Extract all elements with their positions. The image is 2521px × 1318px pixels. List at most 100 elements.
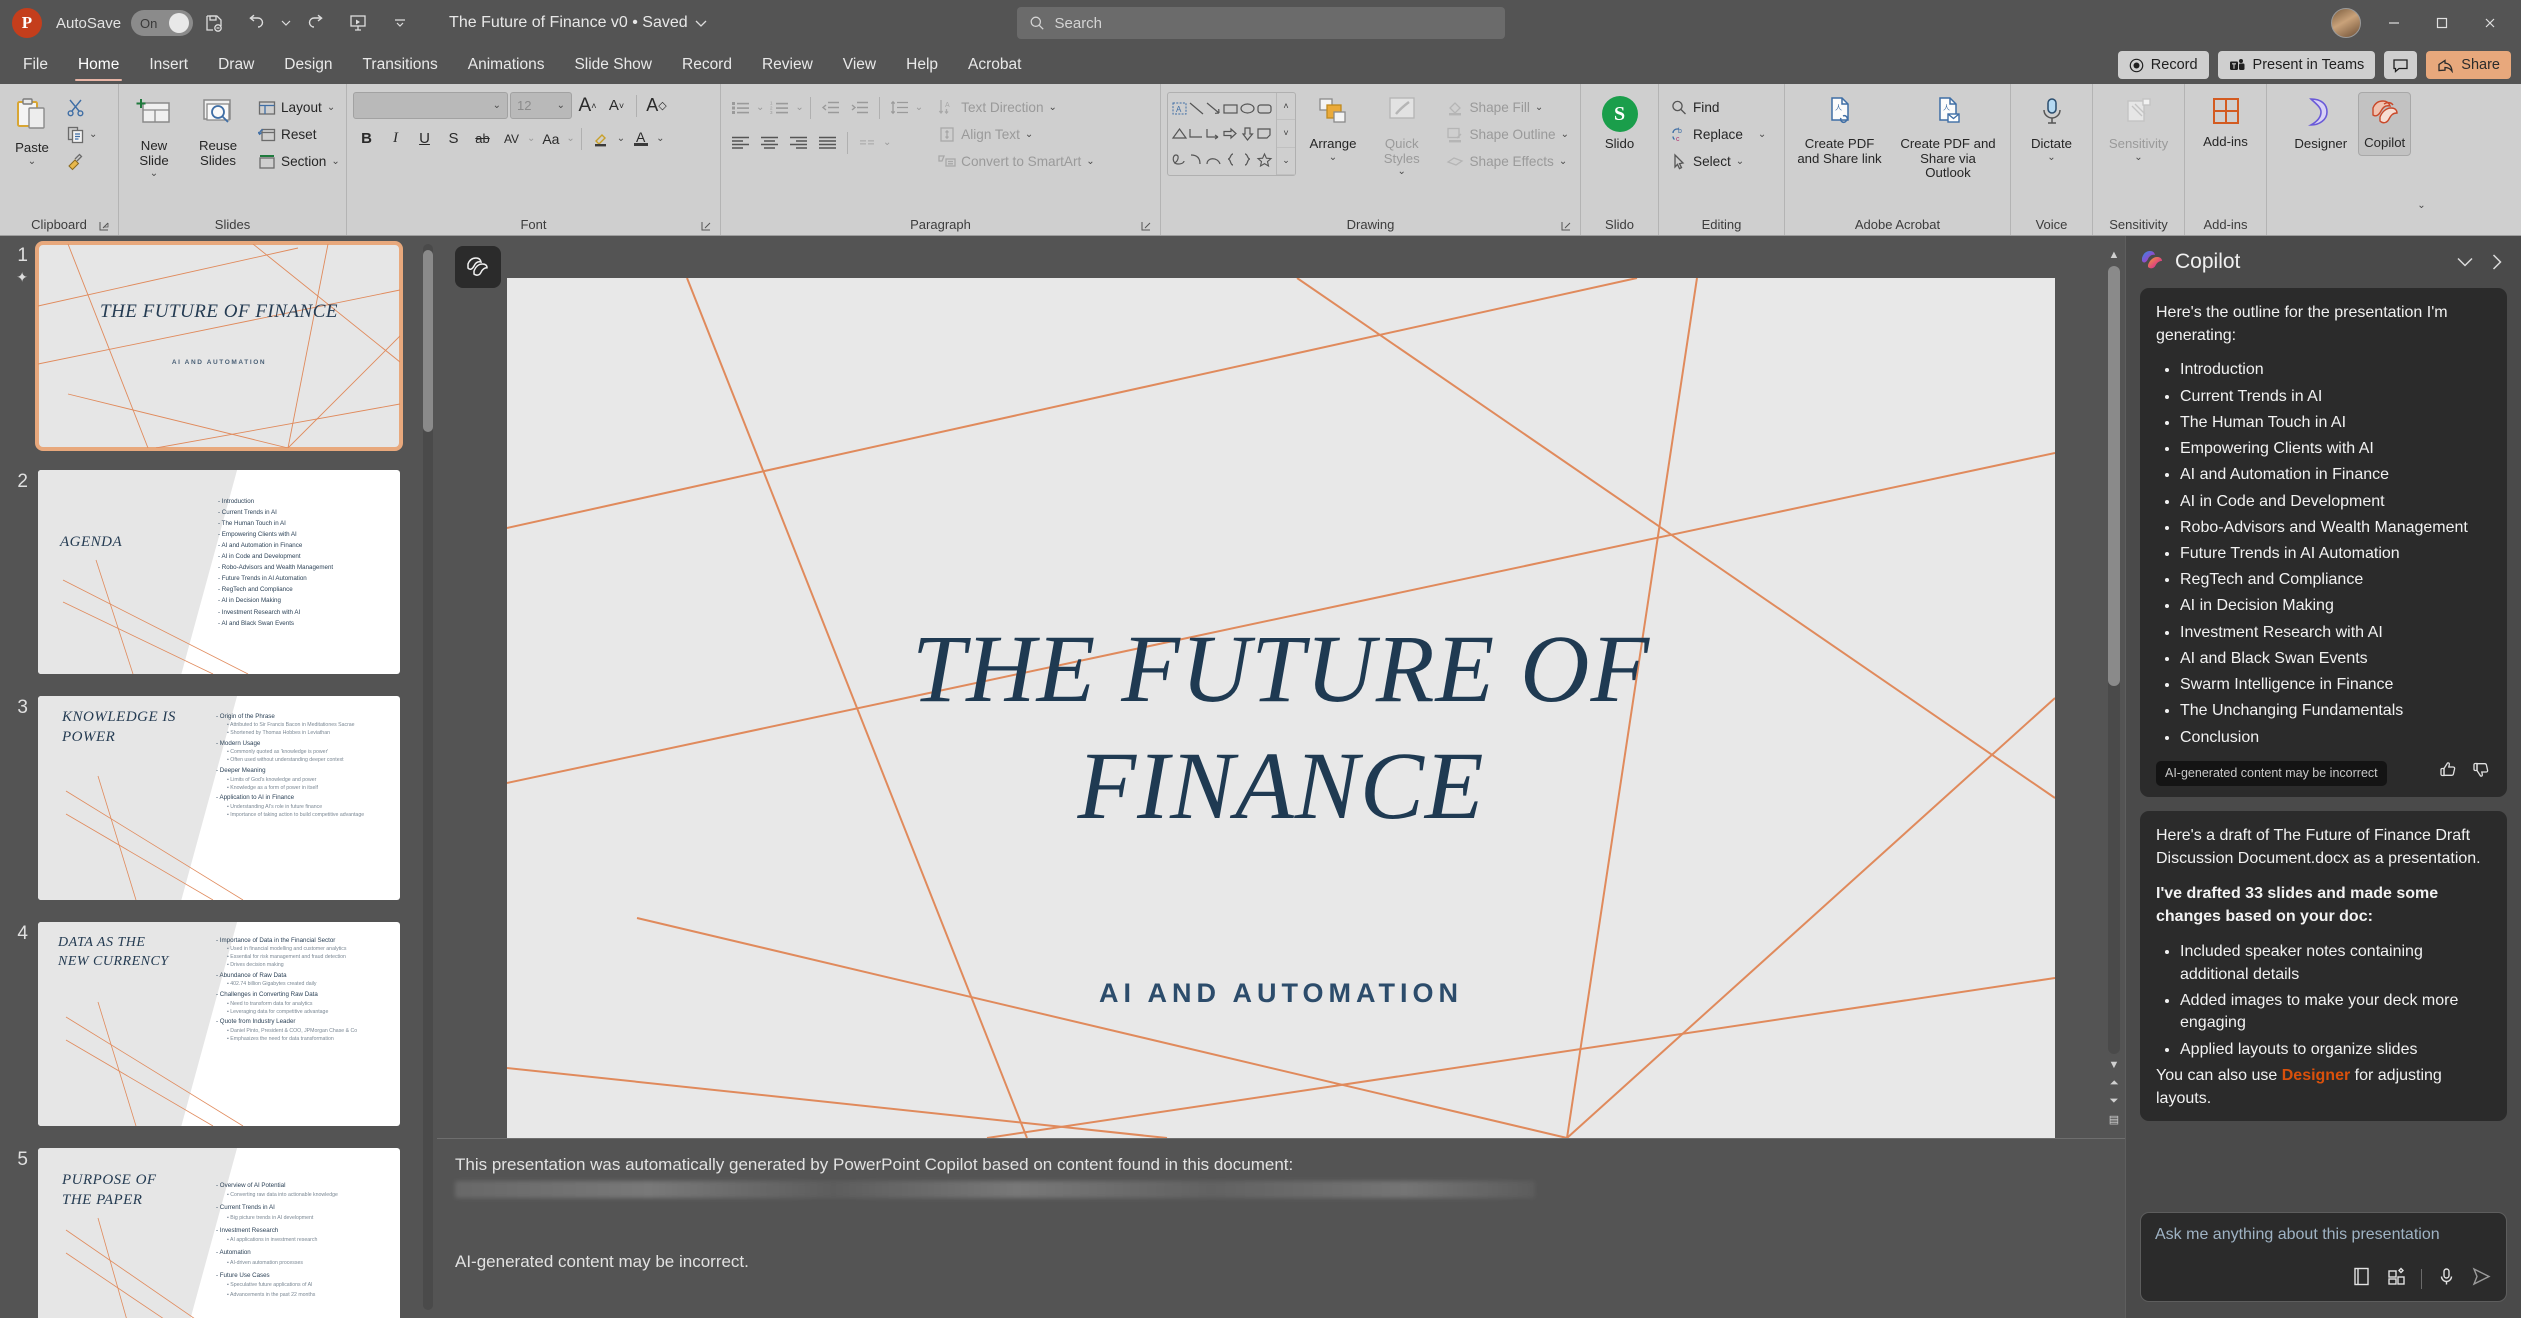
slide-scroll-track[interactable] — [2108, 266, 2120, 1054]
text-direction-chevron-icon[interactable]: ⌄ — [1049, 102, 1057, 113]
thumbnail-row[interactable]: 3 KNOWLEDGE IS POWER - Origin of the Phr… — [0, 696, 437, 900]
add-ins-button[interactable]: Add-ins — [2198, 92, 2253, 154]
drawing-dialog-launcher[interactable] — [1560, 220, 1572, 232]
designer-link[interactable]: Designer — [2282, 1067, 2350, 1084]
comments-button[interactable] — [2384, 51, 2418, 79]
prompt-gallery-icon[interactable] — [2386, 1266, 2407, 1291]
previous-slide-button[interactable]: ⏶ — [2110, 1074, 2119, 1092]
send-icon[interactable] — [2471, 1266, 2492, 1291]
strikethrough-button[interactable]: ab — [469, 125, 496, 152]
slide-sorter-button[interactable]: ▤ — [2109, 1110, 2119, 1128]
tab-slide-show[interactable]: Slide Show — [559, 46, 667, 84]
format-painter-button[interactable] — [62, 148, 89, 175]
justify-button[interactable] — [814, 129, 841, 156]
decrease-font-size-button[interactable]: A ˅ — [603, 92, 630, 119]
shape-right-arrow-icon[interactable] — [1222, 121, 1239, 146]
shape-line-icon[interactable] — [1188, 96, 1205, 121]
font-size-chevron-icon[interactable]: ⌄ — [557, 100, 565, 111]
highlight-chevron-icon[interactable]: ⌄ — [617, 133, 625, 144]
numbering-button[interactable]: 123 — [766, 94, 793, 121]
create-pdf-share-outlook-button[interactable]: 人 Create PDF and Share via Outlook — [1892, 92, 2004, 185]
align-center-button[interactable] — [756, 129, 783, 156]
italic-button[interactable]: I — [382, 125, 409, 152]
tab-animations[interactable]: Animations — [453, 46, 560, 84]
font-size-input[interactable]: 12 ⌄ — [510, 92, 572, 119]
thumbnail-row[interactable]: 2 AGENDA - Introduction - Current Trends… — [0, 470, 437, 674]
align-text-chevron-icon[interactable]: ⌄ — [1025, 129, 1033, 140]
text-direction-button[interactable]: A Text Direction ⌄ — [933, 94, 1100, 121]
shape-outline-chevron-icon[interactable]: ⌄ — [1561, 129, 1569, 140]
copilot-prompt-input[interactable]: Ask me anything about this presentation — [2140, 1212, 2507, 1302]
tab-acrobat[interactable]: Acrobat — [953, 46, 1036, 84]
thumbs-up-icon[interactable] — [2439, 760, 2458, 787]
underline-button[interactable]: U — [411, 125, 438, 152]
character-spacing-chevron-icon[interactable]: ⌄ — [527, 133, 535, 144]
present-in-teams-button[interactable]: Present in Teams — [2217, 51, 2376, 79]
thumbnail-slide-1[interactable]: THE FUTURE OF FINANCE AI AND AUTOMATION — [35, 241, 403, 451]
copilot-close-panel-icon[interactable] — [2483, 248, 2511, 276]
paragraph-dialog-launcher[interactable] — [1140, 220, 1152, 232]
line-spacing-button[interactable] — [886, 94, 913, 121]
shape-scribble-icon[interactable] — [1171, 147, 1188, 172]
shape-arc-icon[interactable] — [1205, 147, 1222, 172]
layout-chevron-icon[interactable]: ⌄ — [327, 102, 335, 113]
sensitivity-button[interactable]: Sensitivity ⌄ — [2104, 92, 2173, 167]
columns-chevron-icon[interactable]: ⌄ — [883, 137, 891, 148]
create-pdf-and-share-link-button[interactable]: 人 Create PDF and Share link — [1791, 92, 1888, 170]
thumbnail-scrollbar[interactable] — [423, 244, 433, 1310]
shape-outline-button[interactable]: Shape Outline ⌄ — [1441, 121, 1574, 148]
user-avatar[interactable] — [2331, 8, 2361, 38]
thumbnail-row[interactable]: 4 DATA AS THE NEW CURRENCY - Importance … — [0, 922, 437, 1126]
minimize-button[interactable] — [2371, 0, 2417, 46]
undo-dropdown-icon[interactable] — [278, 3, 294, 43]
slide-scroll-handle[interactable] — [2108, 266, 2120, 686]
shapes-scroll-down[interactable]: ˅ — [1277, 120, 1295, 148]
microphone-icon[interactable] — [2436, 1266, 2457, 1291]
copilot-slide-button[interactable] — [455, 246, 501, 288]
arrange-button[interactable]: Arrange ⌄ — [1304, 92, 1362, 167]
scroll-down-arrow-icon[interactable]: ▼ — [2109, 1056, 2120, 1074]
thumbnail-scroll-handle[interactable] — [423, 250, 433, 432]
replace-button[interactable]: bc Replace ⌄ — [1665, 121, 1771, 148]
reset-button[interactable]: Reset — [253, 121, 345, 148]
redo-icon[interactable] — [296, 3, 336, 43]
thumbnail-slide-5[interactable]: PURPOSE OF THE PAPER - Overview of AI Po… — [38, 1148, 400, 1318]
shape-right-brace-icon[interactable] — [1239, 147, 1256, 172]
bold-button[interactable]: B — [353, 125, 380, 152]
shape-arrow-icon[interactable] — [1205, 96, 1222, 121]
tab-help[interactable]: Help — [891, 46, 953, 84]
convert-to-smartart-button[interactable]: Convert to SmartArt ⌄ — [933, 148, 1100, 175]
replace-chevron-icon[interactable]: ⌄ — [1758, 129, 1766, 140]
font-dialog-launcher[interactable] — [700, 220, 712, 232]
shapes-scroll-more[interactable]: ⌄ — [1277, 148, 1295, 175]
font-name-chevron-icon[interactable]: ⌄ — [493, 100, 501, 111]
shape-elbow-arrow-icon[interactable] — [1205, 121, 1222, 146]
shape-star-icon[interactable] — [1256, 147, 1273, 172]
customize-quick-access-icon[interactable] — [380, 3, 420, 43]
increase-font-size-button[interactable]: A ˄ — [574, 92, 601, 119]
align-text-button[interactable]: Align Text ⌄ — [933, 121, 1100, 148]
shape-textbox-icon[interactable]: A — [1171, 96, 1188, 121]
shapes-scroll-up[interactable]: ˄ — [1277, 93, 1295, 121]
copilot-collapse-icon[interactable] — [2451, 248, 2479, 276]
shape-oval-icon[interactable] — [1239, 96, 1256, 121]
shape-rounded-rect-icon[interactable] — [1256, 96, 1273, 121]
search-input[interactable]: Search — [1016, 7, 1505, 39]
thumbnail-slide-2[interactable]: AGENDA - Introduction - Current Trends i… — [38, 470, 400, 674]
shapes-gallery-scrollbar[interactable]: ˄ ˅ ⌄ — [1276, 93, 1295, 175]
select-button[interactable]: Select ⌄ — [1665, 148, 1771, 175]
undo-icon[interactable] — [236, 3, 276, 43]
prompt-book-icon[interactable] — [2351, 1266, 2372, 1291]
shape-fill-button[interactable]: Shape Fill ⌄ — [1441, 94, 1574, 121]
slide-subtitle[interactable]: AI AND AUTOMATION — [507, 978, 2055, 1009]
thumbs-down-icon[interactable] — [2472, 760, 2491, 787]
designer-button[interactable]: Designer — [2289, 92, 2352, 156]
copilot-message-list[interactable]: Here's the outline for the presentation … — [2126, 288, 2521, 1212]
thumbnail-row[interactable]: 1 ✦ THE FUTURE OF FINANCE AI AND AUTOMAT… — [0, 241, 437, 451]
save-icon[interactable] — [194, 3, 234, 43]
section-chevron-icon[interactable]: ⌄ — [331, 156, 339, 167]
tab-home[interactable]: Home — [63, 46, 134, 84]
shape-elbow-connector-icon[interactable] — [1188, 121, 1205, 146]
change-case-button[interactable]: Aa — [537, 125, 564, 152]
next-slide-button[interactable]: ⏷ — [2110, 1092, 2119, 1110]
